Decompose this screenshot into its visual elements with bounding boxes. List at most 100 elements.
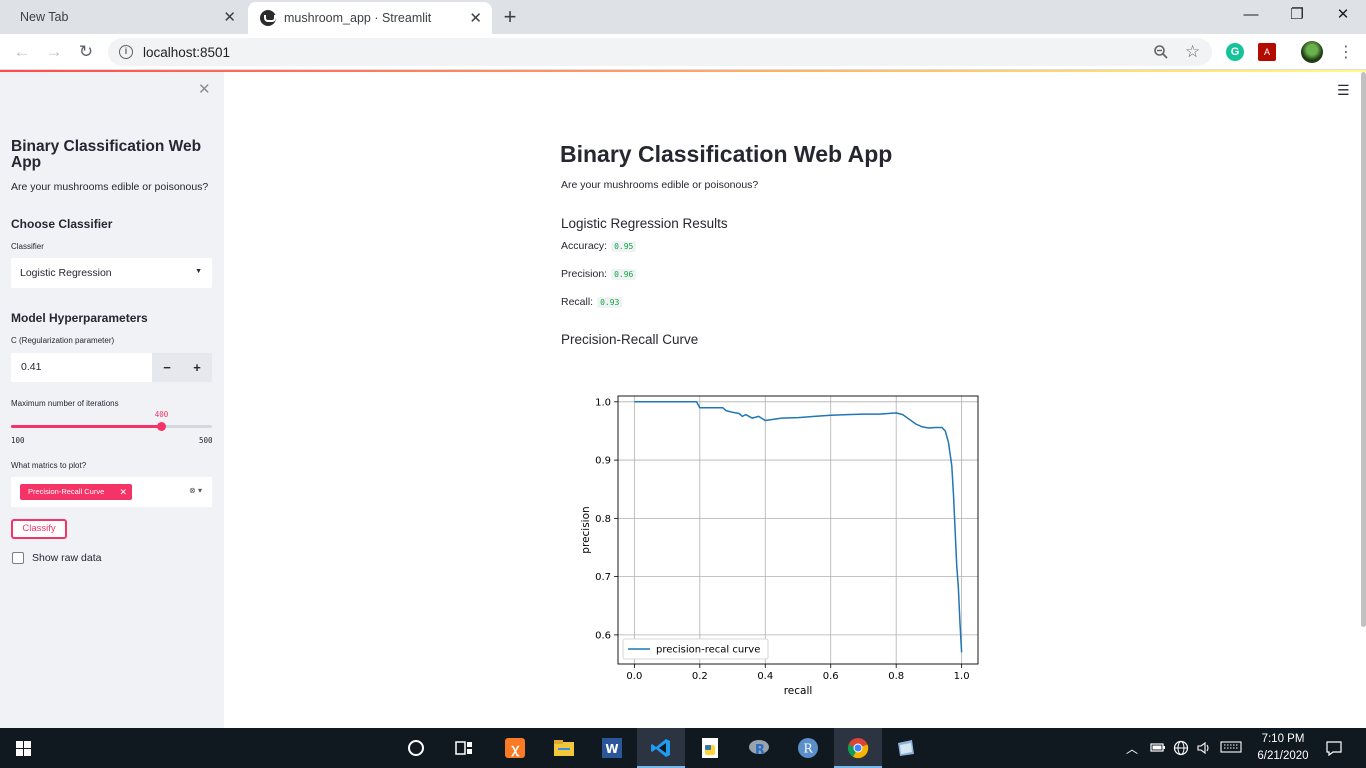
streamlit-favicon-icon: [260, 10, 276, 26]
profile-avatar[interactable]: [1301, 41, 1323, 63]
classifier-value: Logistic Regression: [20, 267, 112, 279]
svg-text:W: W: [605, 742, 618, 756]
grammarly-extension-icon[interactable]: G: [1226, 43, 1244, 61]
file-explorer-icon[interactable]: [553, 737, 575, 759]
zoom-icon[interactable]: [1153, 44, 1169, 64]
tab-new-tab[interactable]: New Tab ✕: [0, 0, 246, 34]
x-axis-label: recall: [784, 685, 813, 697]
task-view-icon[interactable]: [453, 737, 475, 759]
metric-value: 0.93: [597, 297, 623, 308]
volume-icon[interactable]: [1196, 740, 1212, 759]
app-menu-icon[interactable]: ☰: [1337, 82, 1350, 99]
y-tick-label: 0.8: [595, 514, 611, 525]
recall-metric: Recall: 0.93: [561, 296, 623, 308]
xampp-icon[interactable]: ꭓ: [504, 737, 526, 759]
cortana-icon[interactable]: [405, 737, 427, 759]
chrome-icon[interactable]: [847, 737, 869, 759]
max-iter-value: 400: [154, 410, 169, 419]
y-tick-label: 0.6: [595, 630, 611, 641]
site-info-icon[interactable]: i: [119, 45, 133, 59]
windows-taskbar: ꭓ W R R ︿ 7:10 PM 6/21/2020: [0, 728, 1366, 768]
tray-chevron-up-icon[interactable]: ︿: [1126, 740, 1138, 757]
page-title: Binary Classification Web App: [560, 141, 893, 167]
battery-icon[interactable]: [1150, 740, 1166, 757]
y-tick-label: 0.7: [595, 572, 611, 583]
x-tick-label: 0.8: [888, 671, 904, 682]
keyboard-icon[interactable]: [1220, 740, 1242, 757]
metrics-multiselect[interactable]: Precision-Recall Curve ✕ ⊗ ▾: [11, 477, 212, 507]
tab-strip: New Tab ✕ mushroom_app · Streamlit ✕ + —…: [0, 0, 1366, 34]
python-file-icon[interactable]: [699, 737, 721, 759]
minimize-button[interactable]: —: [1228, 0, 1274, 30]
x-tick-label: 0.6: [823, 671, 839, 682]
tab-close-icon[interactable]: ✕: [223, 8, 236, 26]
slider-thumb[interactable]: [157, 422, 167, 431]
restore-button[interactable]: ❐: [1274, 0, 1320, 30]
x-tick-label: 0.0: [626, 671, 642, 682]
metric-chip-label: Precision-Recall Curve: [28, 487, 105, 496]
forward-arrow-icon[interactable]: →: [42, 40, 66, 64]
tab-label: mushroom_app · Streamlit: [284, 11, 432, 25]
precision-recall-chart: 0.0 0.2 0.4 0.6 0.8 1.0 0.6 0.7 0.8 0.9 1.0 recall p…: [580, 395, 979, 697]
slider-min-label: 100: [11, 436, 25, 445]
sidebar-subtitle: Are your mushrooms edible or poisonous?: [11, 181, 209, 193]
c-param-value: 0.41: [21, 361, 42, 373]
hyperparameters-heading: Model Hyperparameters: [11, 311, 148, 325]
sidebar-title: Binary Classification Web App: [11, 138, 202, 171]
slider-max-label: 500: [199, 436, 213, 445]
y-tick-label: 0.9: [595, 456, 611, 467]
svg-text:R: R: [803, 742, 813, 756]
metric-label: Precision:: [561, 268, 608, 280]
bookmark-star-icon[interactable]: ☆: [1185, 42, 1200, 62]
browser-menu-icon[interactable]: ⋮: [1338, 42, 1354, 62]
x-tick-label: 0.4: [757, 671, 773, 682]
legend-label: precision-recal curve: [656, 645, 760, 656]
network-globe-icon[interactable]: [1173, 740, 1189, 759]
back-arrow-icon[interactable]: ←: [10, 40, 34, 64]
clear-and-chevron-icon[interactable]: ⊗ ▾: [189, 486, 202, 495]
decrement-button[interactable]: −: [152, 353, 182, 382]
word-icon[interactable]: W: [601, 737, 623, 759]
c-param-label: C (Regularization parameter): [11, 336, 115, 345]
new-tab-button[interactable]: +: [498, 4, 522, 30]
sidebar: ✕ Binary Classification Web App Are your…: [0, 72, 224, 728]
max-iter-slider[interactable]: [11, 422, 212, 431]
chevron-down-icon: ▼: [195, 268, 202, 275]
increment-button[interactable]: +: [182, 353, 212, 382]
classifier-label: Classifier: [11, 242, 44, 251]
system-clock[interactable]: 7:10 PM 6/21/2020: [1248, 731, 1318, 765]
windows-start-icon[interactable]: [16, 741, 32, 756]
slider-fill: [11, 425, 162, 428]
choose-classifier-heading: Choose Classifier: [11, 217, 113, 231]
app-window-icon[interactable]: [895, 737, 917, 759]
c-param-input[interactable]: 0.41: [11, 353, 152, 382]
classify-button[interactable]: Classify: [11, 519, 67, 539]
tab-mushroom-app[interactable]: mushroom_app · Streamlit ✕: [248, 2, 492, 34]
r-gui-icon[interactable]: R: [797, 737, 819, 759]
reload-icon[interactable]: ↻: [74, 40, 98, 64]
pdf-extension-icon[interactable]: A: [1258, 43, 1276, 61]
chip-remove-icon[interactable]: ✕: [119, 484, 127, 500]
page-subtitle: Are your mushrooms edible or poisonous?: [561, 179, 759, 191]
x-tick-label: 0.2: [692, 671, 708, 682]
show-raw-data-label: Show raw data: [32, 552, 102, 564]
precision-metric: Precision: 0.96: [561, 268, 637, 280]
max-iter-label: Maximum number of iterations: [11, 399, 119, 408]
notifications-icon[interactable]: [1325, 740, 1343, 759]
page-scrollbar[interactable]: [1361, 72, 1366, 627]
rstudio-icon[interactable]: R: [748, 737, 770, 759]
browser-toolbar: ← → ↻ i localhost:8501 ☆ G A ⋮: [0, 34, 1366, 70]
window-close-button[interactable]: ✕: [1320, 0, 1366, 30]
results-heading: Logistic Regression Results: [561, 216, 728, 231]
sidebar-close-icon[interactable]: ✕: [198, 80, 211, 98]
tab-close-icon[interactable]: ✕: [469, 9, 482, 27]
x-tick-label: 1.0: [954, 671, 970, 682]
classifier-select[interactable]: Logistic Regression ▼: [11, 258, 212, 288]
metrics-label: What matrics to plot?: [11, 461, 87, 470]
show-raw-data-checkbox[interactable]: [12, 552, 24, 564]
address-bar[interactable]: i localhost:8501 ☆: [108, 38, 1212, 66]
url-text[interactable]: localhost:8501: [143, 45, 230, 60]
metric-chip: Precision-Recall Curve ✕: [20, 484, 132, 500]
metric-label: Accuracy:: [561, 240, 608, 252]
vscode-icon[interactable]: [650, 737, 672, 759]
